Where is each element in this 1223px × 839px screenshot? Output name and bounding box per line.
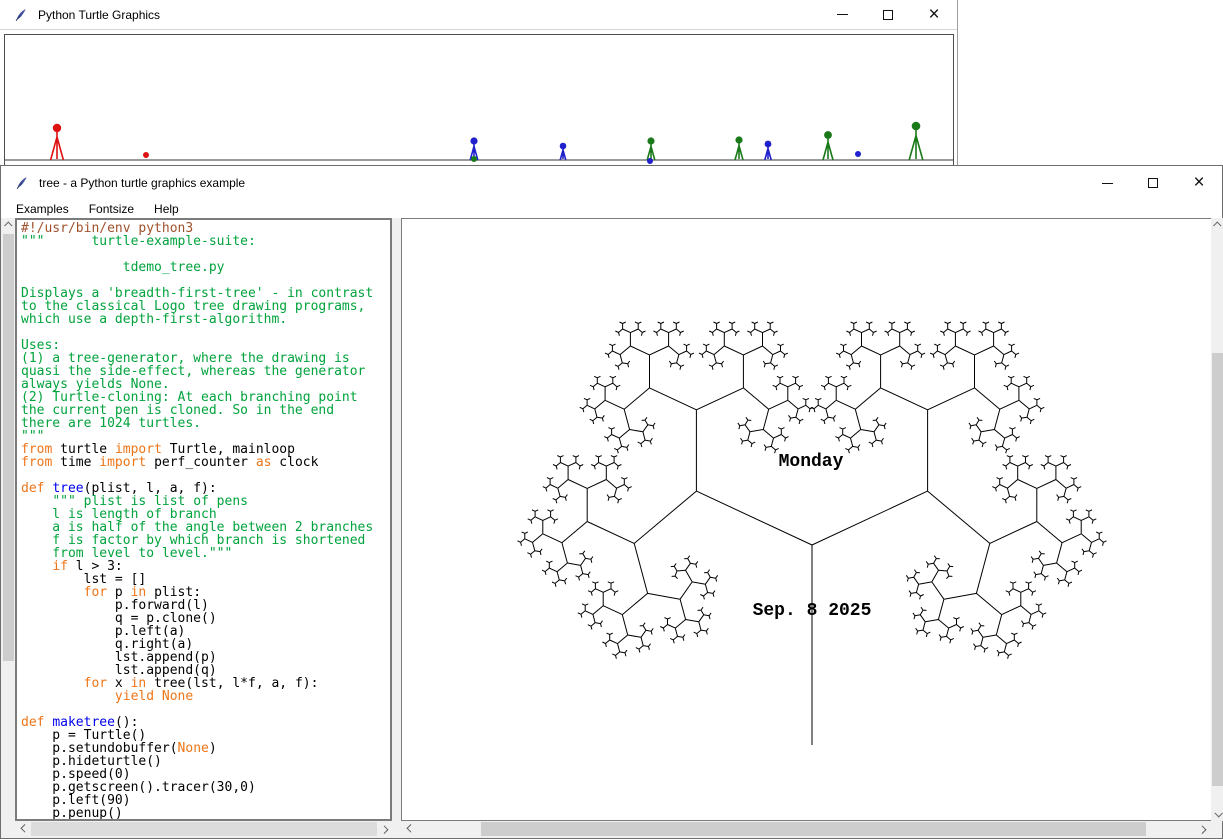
turtle-pin [560,143,567,160]
scroll-left-arrow-icon[interactable] [17,822,30,836]
canvas-hscroll-thumb[interactable] [481,822,1146,836]
canvas-label-date: Sep. 8 2025 [753,601,872,621]
scroll-up-arrow-icon[interactable] [1211,218,1223,232]
fg-window-title: tree - a Python turtle graphics example [39,176,245,190]
code-vertical-scrollbar[interactable] [2,218,15,838]
bg-close-button[interactable]: × [911,0,957,29]
canvas-vscroll-thumb[interactable] [1212,353,1223,786]
tk-feather-icon [14,175,30,191]
tree-demo-window: tree - a Python turtle graphics example … [0,165,1223,839]
code-vscroll-thumb[interactable] [3,234,14,661]
canvas-label-weekday: Monday [779,452,844,472]
bg-minimize-button[interactable] [819,0,865,29]
canvas-vertical-scrollbar[interactable] [1211,218,1223,821]
code-pane[interactable]: #!/usr/bin/env python3""" turtle-example… [15,218,392,821]
fg-maximize-button[interactable] [1130,166,1176,200]
fractal-tree-drawing: Monday Sep. 8 2025 [402,219,1211,820]
turtle-canvas[interactable]: Monday Sep. 8 2025 [401,218,1212,821]
bg-titlebar[interactable]: Python Turtle Graphics × [0,0,957,30]
tree-path [518,322,1107,745]
tk-feather-icon [13,7,29,23]
code-horizontal-scrollbar[interactable] [16,821,392,838]
turtle-pin [647,158,653,164]
canvas-horizontal-scrollbar[interactable] [401,821,1212,838]
turtle-pin [471,156,477,162]
menu-bar: Examples Fontsize Help [1,200,1222,218]
pane-sash[interactable] [392,218,401,821]
scroll-left-arrow-icon[interactable] [403,822,416,836]
menu-help[interactable]: Help [147,201,186,218]
bg-window-title: Python Turtle Graphics [38,8,160,22]
bg-maximize-button[interactable] [865,0,911,29]
scroll-right-arrow-icon[interactable] [378,822,391,836]
scroll-down-arrow-icon[interactable] [1211,807,1223,821]
turtle-pin [735,136,743,160]
fg-close-button[interactable]: × [1176,166,1222,200]
turtle-pin [823,131,833,160]
turtle-pin [909,122,923,160]
scroll-up-arrow-icon[interactable] [2,218,15,232]
source-code: #!/usr/bin/env python3""" turtle-example… [17,220,390,821]
menu-fontsize[interactable]: Fontsize [82,201,141,218]
turtle-pin [855,151,861,157]
menu-examples[interactable]: Examples [9,201,76,218]
fg-minimize-button[interactable] [1084,166,1130,200]
fg-titlebar[interactable]: tree - a Python turtle graphics example … [1,166,1222,200]
scroll-right-arrow-icon[interactable] [1196,822,1209,836]
turtle-pin [51,124,64,160]
bottom-scroll-row [1,821,1222,838]
code-hscroll-thumb[interactable] [31,822,377,836]
turtle-pin [765,141,772,160]
turtle-pins-drawing [5,35,953,165]
turtle-pin [647,137,655,160]
turtle-pin [143,152,149,158]
